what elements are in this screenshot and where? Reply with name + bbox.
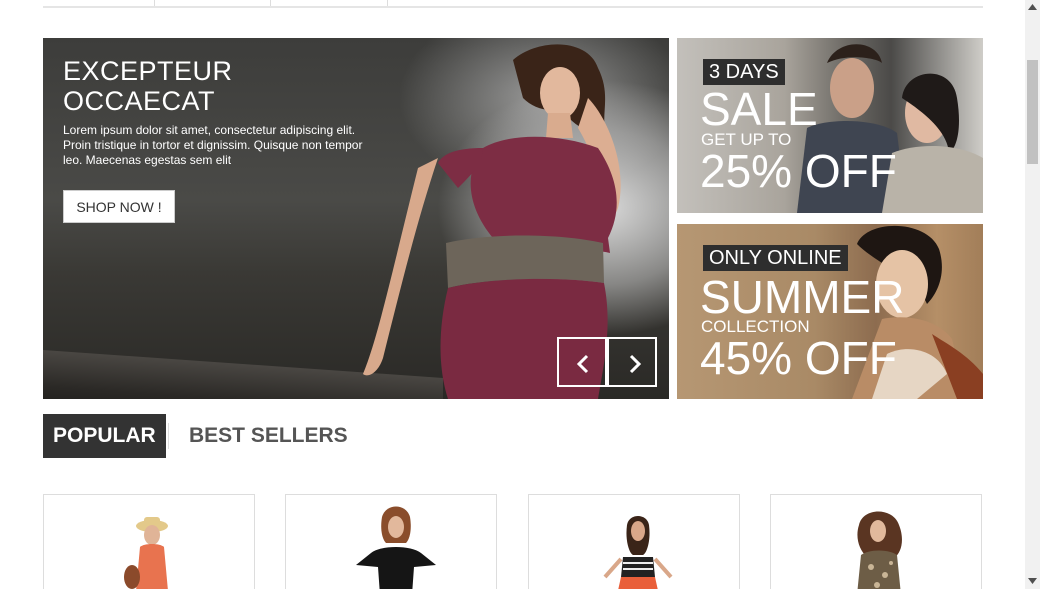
promo-summer-headline: SUMMER xyxy=(700,271,905,323)
page-scrollbar[interactable] xyxy=(1025,0,1040,589)
arrow-up-icon xyxy=(1028,4,1037,10)
shop-now-button[interactable]: SHOP NOW ! xyxy=(63,190,175,223)
hero-title: EXCEPTEUR OCCAECAT xyxy=(63,56,383,116)
product-image xyxy=(857,511,902,589)
promo-summer-offer: 45% OFF xyxy=(700,332,897,384)
promo-summer-banner[interactable]: ONLY ONLINE SUMMER COLLECTION 45% OFF xyxy=(677,224,983,399)
chevron-left-icon xyxy=(576,354,589,374)
hero-title-line2: OCCAECAT xyxy=(63,86,216,116)
product-image xyxy=(124,517,168,589)
product-card[interactable] xyxy=(770,494,982,589)
nav-divider xyxy=(270,0,271,6)
promo-summer-tag: ONLY ONLINE xyxy=(703,245,848,271)
scroll-up-button[interactable] xyxy=(1025,0,1040,15)
promo-sale-headline: SALE xyxy=(700,83,818,135)
product-image xyxy=(356,506,436,589)
top-navigation xyxy=(43,0,983,8)
product-image xyxy=(603,516,673,589)
hero-description: Lorem ipsum dolor sit amet, consectetur … xyxy=(63,123,363,167)
tab-divider xyxy=(168,423,169,449)
scrollbar-thumb[interactable] xyxy=(1027,60,1038,164)
promo-sale-offer: 25% OFF xyxy=(700,145,897,197)
nav-divider xyxy=(154,0,155,6)
nav-divider xyxy=(387,0,388,6)
tab-best-sellers[interactable]: BEST SELLERS xyxy=(179,414,358,458)
product-card[interactable] xyxy=(285,494,497,589)
page: EXCEPTEUR OCCAECAT Lorem ipsum dolor sit… xyxy=(0,0,1025,589)
tab-popular[interactable]: POPULAR xyxy=(43,414,166,458)
slider-next-button[interactable] xyxy=(607,337,657,387)
promo-sale-tag: 3 DAYS xyxy=(703,59,785,85)
product-card[interactable] xyxy=(43,494,255,589)
slider-navigation xyxy=(557,337,657,387)
promo-sale-banner[interactable]: 3 DAYS SALE GET UP TO 25% OFF xyxy=(677,38,983,213)
chevron-right-icon xyxy=(629,354,642,374)
product-card[interactable] xyxy=(528,494,740,589)
scroll-down-button[interactable] xyxy=(1025,574,1040,589)
arrow-down-icon xyxy=(1028,578,1037,584)
hero-slider: EXCEPTEUR OCCAECAT Lorem ipsum dolor sit… xyxy=(43,38,669,399)
slider-prev-button[interactable] xyxy=(557,337,607,387)
hero-title-line1: EXCEPTEUR xyxy=(63,56,233,86)
